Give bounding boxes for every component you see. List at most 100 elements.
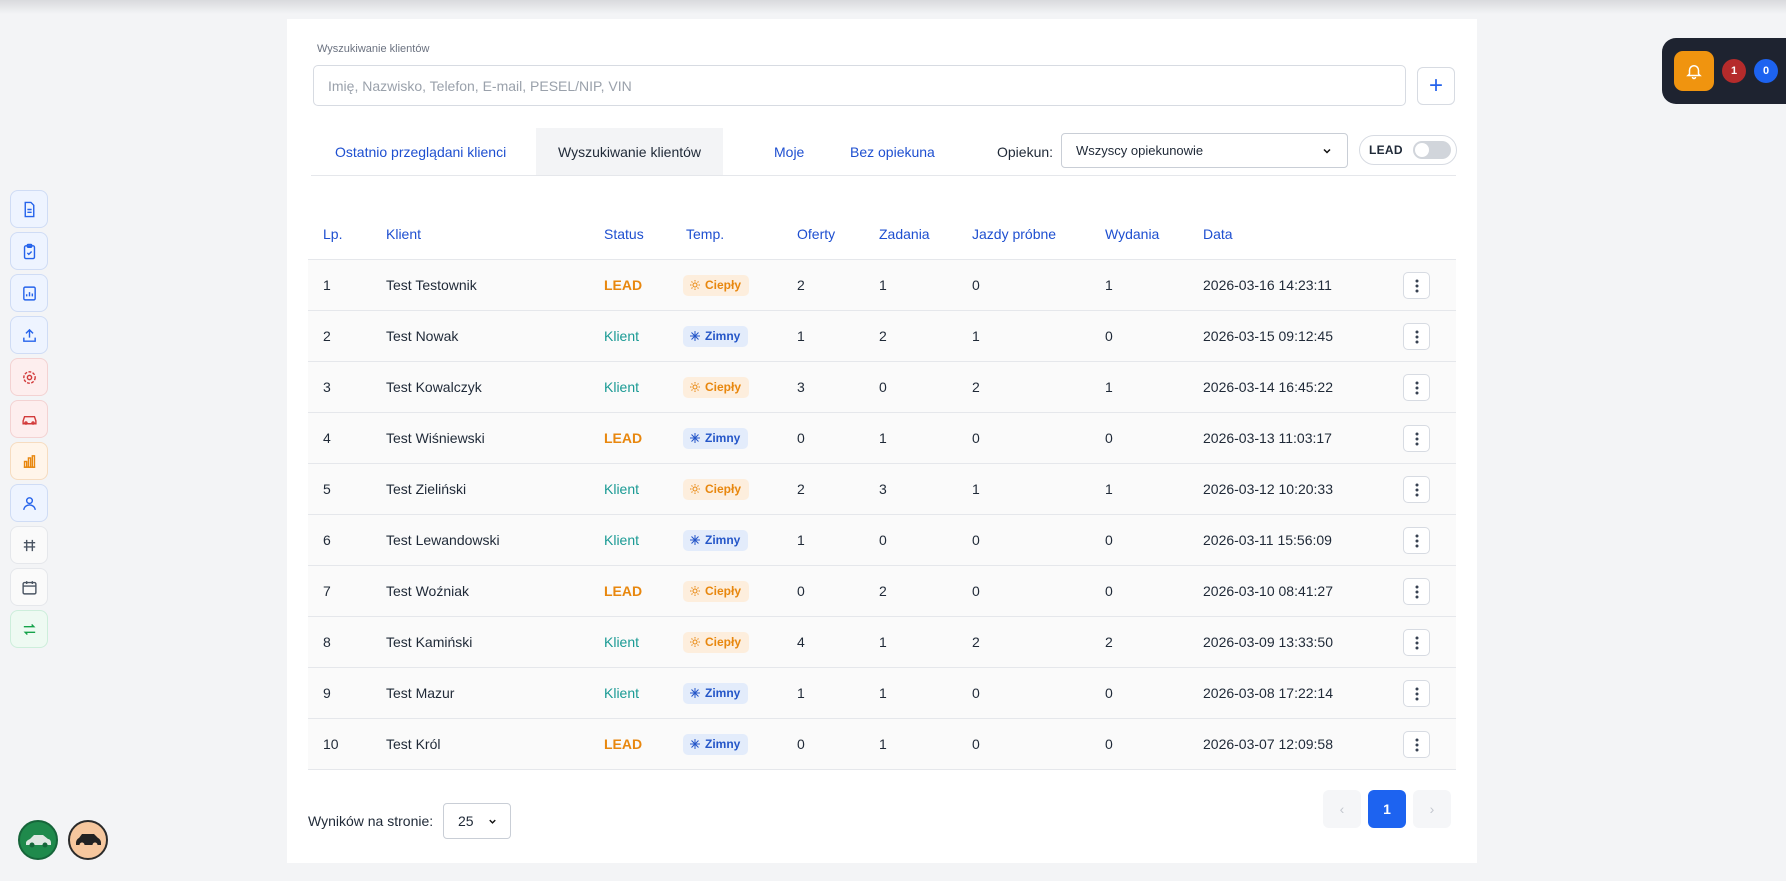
- row-menu-button[interactable]: [1403, 476, 1430, 503]
- temp-badge: Zimny: [683, 427, 749, 449]
- user-icon: [22, 496, 36, 510]
- cell-jazdy: 0: [972, 685, 980, 701]
- row-menu-button[interactable]: [1403, 731, 1430, 758]
- row-menu-button[interactable]: [1403, 272, 1430, 299]
- cell-zadania: 2: [879, 583, 887, 599]
- kebab-menu-icon: [1415, 585, 1418, 598]
- cell-wydania: 0: [1105, 685, 1113, 701]
- sidebar-settings-button[interactable]: [10, 358, 48, 396]
- sidebar-car-service-button[interactable]: [10, 400, 48, 438]
- col-status[interactable]: Status: [604, 208, 644, 260]
- tab-mine[interactable]: Moje: [774, 128, 804, 175]
- sun-icon: [689, 483, 701, 495]
- col-temp[interactable]: Temp.: [686, 208, 724, 260]
- cell-status: LEAD: [604, 277, 643, 293]
- col-jazdy[interactable]: Jazdy próbne: [972, 208, 1056, 260]
- table-row[interactable]: 3 Test Kowalczyk Klient Ciepły 3 0 2 1 2026-03-1…: [308, 362, 1456, 413]
- temp-badge: Zimny: [683, 325, 749, 347]
- opiekun-label: Opiekun:: [997, 143, 1054, 160]
- sidebar-calendar-button[interactable]: [10, 568, 48, 606]
- top-shadow: [0, 0, 1786, 14]
- cell-temp: Zimny: [683, 413, 749, 463]
- notification-bell-button[interactable]: [1674, 51, 1714, 91]
- cell-status: Klient: [604, 685, 640, 701]
- cell-status: LEAD: [604, 430, 643, 446]
- temp-label: Zimny: [705, 533, 741, 547]
- table-row[interactable]: 8 Test Kamiński Klient Ciepły 4 1 2 2 2026-03-09…: [308, 617, 1456, 668]
- peach-car-avatar[interactable]: [68, 820, 108, 860]
- cell-klient[interactable]: Test Testownik: [386, 260, 477, 310]
- add-client-button[interactable]: +: [1417, 67, 1455, 105]
- search-input[interactable]: [313, 65, 1406, 106]
- table-row[interactable]: 5 Test Zieliński Klient Ciepły 2 3 1 1 2026-03-1…: [308, 464, 1456, 515]
- tab-recently-viewed[interactable]: Ostatnio przeglądani klienci: [335, 128, 506, 175]
- cell-zadania: 0: [879, 532, 887, 548]
- sidebar-user-button[interactable]: [10, 484, 48, 522]
- cell-zadania: 1: [879, 634, 887, 650]
- notification-count-red[interactable]: 1: [1722, 59, 1746, 83]
- cell-klient[interactable]: Test Zieliński: [386, 464, 466, 514]
- cell-klient[interactable]: Test Król: [386, 719, 440, 769]
- cell-jazdy: 0: [972, 583, 980, 599]
- cell-oferty: 2: [797, 277, 805, 293]
- notification-count-blue[interactable]: 0: [1754, 59, 1778, 83]
- col-data[interactable]: Data: [1203, 208, 1233, 260]
- col-lp[interactable]: Lp.: [323, 208, 342, 260]
- col-oferty[interactable]: Oferty: [797, 208, 835, 260]
- table-row[interactable]: 1 Test Testownik LEAD Ciepły 2 1 0 1 2026-03-16 …: [308, 260, 1456, 311]
- sidebar-document-button[interactable]: [10, 190, 48, 228]
- table-row[interactable]: 7 Test Woźniak LEAD Ciepły 0 2 0 0 2026-03-10 08…: [308, 566, 1456, 617]
- table-row[interactable]: 6 Test Lewandowski Klient Zimny 1 0 0 0 2026-03-…: [308, 515, 1456, 566]
- row-menu-button[interactable]: [1403, 374, 1430, 401]
- sun-icon: [689, 585, 701, 597]
- pager-next-button[interactable]: ›: [1413, 790, 1451, 828]
- cell-zadania: 1: [879, 430, 887, 446]
- cell-oferty: 3: [797, 379, 805, 395]
- opiekun-select[interactable]: Wszyscy opiekunowie: [1061, 133, 1348, 168]
- table-body: 1 Test Testownik LEAD Ciepły 2 1 0 1 2026-03-16 …: [308, 260, 1456, 770]
- per-page-select[interactable]: 25: [443, 803, 511, 839]
- tab-client-search[interactable]: Wyszukiwanie klientów: [536, 128, 724, 175]
- cell-klient[interactable]: Test Lewandowski: [386, 515, 500, 565]
- bell-icon: [1686, 65, 1702, 80]
- pager-prev-button[interactable]: ‹: [1323, 790, 1361, 828]
- row-menu-button[interactable]: [1403, 527, 1430, 554]
- sidebar-statistics-button[interactable]: [10, 442, 48, 480]
- cell-klient[interactable]: Test Wiśniewski: [386, 413, 485, 463]
- row-menu-button[interactable]: [1403, 629, 1430, 656]
- snowflake-icon: [689, 432, 701, 444]
- cell-klient[interactable]: Test Kowalczyk: [386, 362, 482, 412]
- sun-icon: [689, 636, 701, 648]
- row-menu-button[interactable]: [1403, 425, 1430, 452]
- col-zadania[interactable]: Zadania: [879, 208, 930, 260]
- green-car-avatar[interactable]: [18, 820, 58, 860]
- sidebar-fuel-button[interactable]: [10, 526, 48, 564]
- cell-klient[interactable]: Test Nowak: [386, 311, 458, 361]
- table-row[interactable]: 2 Test Nowak Klient Zimny 1 2 1 0 2026-03-15 09:…: [308, 311, 1456, 362]
- tab-no-caretaker[interactable]: Bez opiekuna: [850, 128, 935, 175]
- sidebar-report-button[interactable]: [10, 274, 48, 312]
- sidebar-upload-button[interactable]: [10, 316, 48, 354]
- snowflake-icon: [689, 534, 701, 546]
- sidebar-clipboard-button[interactable]: [10, 232, 48, 270]
- cell-klient[interactable]: Test Woźniak: [386, 566, 469, 616]
- row-menu-button[interactable]: [1403, 578, 1430, 605]
- pager-current-page[interactable]: 1: [1368, 790, 1406, 828]
- cell-data: 2026-03-07 12:09:58: [1203, 736, 1333, 752]
- cell-klient[interactable]: Test Kamiński: [386, 617, 472, 667]
- row-menu-button[interactable]: [1403, 323, 1430, 350]
- row-menu-button[interactable]: [1403, 680, 1430, 707]
- snowflake-icon: [689, 687, 701, 699]
- cell-lp: 3: [323, 379, 331, 395]
- col-klient[interactable]: Klient: [386, 208, 421, 260]
- col-wydania[interactable]: Wydania: [1105, 208, 1159, 260]
- cell-wydania: 0: [1105, 430, 1113, 446]
- lead-switch[interactable]: [1412, 141, 1451, 159]
- lead-toggle[interactable]: LEAD: [1359, 135, 1457, 165]
- table-row[interactable]: 4 Test Wiśniewski LEAD Zimny 0 1 0 0 2026-03-13 …: [308, 413, 1456, 464]
- cell-wydania: 0: [1105, 736, 1113, 752]
- cell-klient[interactable]: Test Mazur: [386, 668, 454, 718]
- sidebar-swap-button[interactable]: [10, 610, 48, 648]
- table-row[interactable]: 10 Test Król LEAD Zimny 0 1 0 0 2026-03-07 12:09…: [308, 719, 1456, 770]
- table-row[interactable]: 9 Test Mazur Klient Zimny 1 1 0 0 2026-03-08 17:…: [308, 668, 1456, 719]
